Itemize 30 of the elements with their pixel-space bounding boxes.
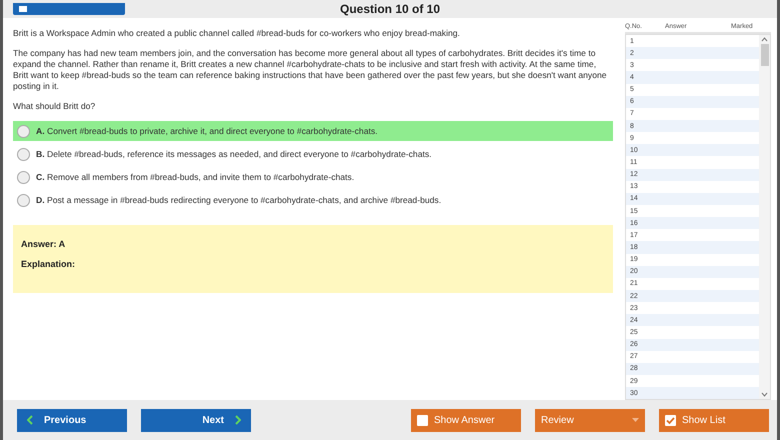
option-text: A. Convert #bread-buds to private, archive it, and direct everyone to #carbohydrate-chats. (36, 126, 378, 136)
previous-button[interactable]: Previous (17, 408, 127, 432)
answer-text: Answer: A (21, 239, 66, 249)
explanation-label: Explanation: (21, 259, 76, 269)
question-title: Question 10 of 10 (340, 2, 440, 16)
checkbox[interactable] (417, 414, 428, 426)
answer-option[interactable]: B. Delete #bread-buds, reference its messages as needed, and direct everyone to #carbohydrate-chats. (13, 144, 613, 164)
caret-icon (632, 418, 639, 422)
question-text: What should Britt do? (13, 101, 96, 112)
question-text: The company has had new team members join, and the conversation has become more general about all types of carbohydrates. Britt decides it's time to expand the channel. Rather than rename it, Britt creates a new channel #carbohydrate-chats to be inclusive and start fresh with activity. At the same time, Britt want to keep #bread-buds so the team can reference baking instructions that have been gathered over the past few years, but she doesn't want anyone posting in it. (13, 48, 608, 92)
scrollbar[interactable] (759, 35, 770, 399)
option-text: D. Post a message in #bread-buds redirecting everyone to #carbohydrate-chats, and archive #bread-buds. (36, 195, 442, 205)
checkbox[interactable] (665, 414, 676, 426)
next-button[interactable]: Next (141, 408, 251, 432)
answer-option[interactable]: C. Remove all members from #bread-buds, and invite them to #carbohydrate-chats. (13, 167, 613, 187)
question-text: Britt is a Workspace Admin who created a public channel called #bread-buds for co-workers who enjoy bread-making. (13, 28, 461, 39)
radio-button[interactable] (17, 148, 30, 160)
radio-button[interactable] (17, 170, 30, 184)
correct-option-highlight[interactable]: A. Convert #bread-buds to private, archive it, and direct everyone to #carbohydrate-chats. (13, 121, 613, 141)
radio-button[interactable] (17, 124, 30, 138)
scroll-down-icon[interactable] (761, 392, 768, 397)
mark-question-button[interactable] (13, 3, 125, 15)
chevron-right-icon (234, 415, 241, 425)
scroll-up-icon[interactable] (761, 37, 768, 42)
chevron-left-icon (27, 415, 34, 425)
option-text: B. Delete #bread-buds, reference its messages as needed, and direct everyone to #carbohydrate-chats. (36, 149, 432, 159)
radio-button[interactable] (17, 194, 30, 206)
answer-option[interactable]: D. Post a message in #bread-buds redirecting everyone to #carbohydrate-chats, and archive #bread-buds. (13, 190, 613, 210)
scroll-thumb[interactable] (760, 44, 768, 66)
option-text: C. Remove all members from #bread-buds, and invite them to #carbohydrate-chats. (36, 172, 354, 182)
